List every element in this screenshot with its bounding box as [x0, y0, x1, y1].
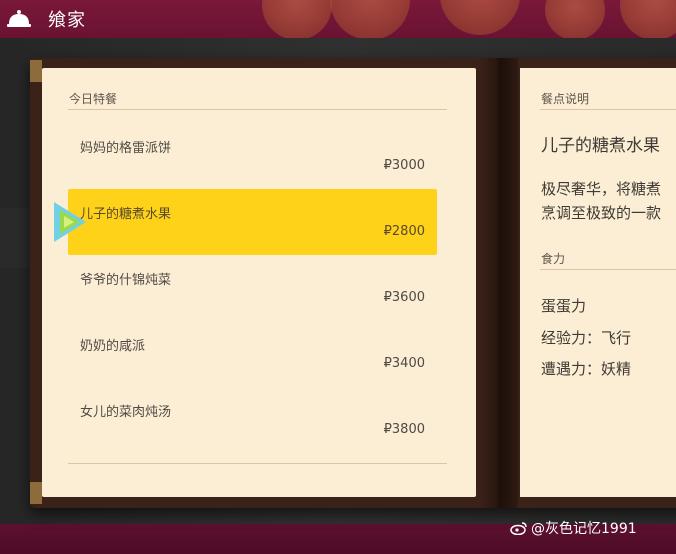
top-bar: 飨家: [0, 0, 676, 38]
menu-item-selected[interactable]: 儿子的糖煮水果 ₽2800: [68, 189, 437, 255]
menu-item-name: 奶奶的咸派: [80, 339, 146, 354]
dish-description: 极尽奢华，将糖煮 烹调至极致的一款: [541, 177, 661, 225]
dish-description-line: 极尽奢华，将糖煮: [541, 180, 662, 198]
selection-cursor-icon: [52, 200, 90, 244]
menu-item-price: ₽3400: [383, 356, 425, 371]
service-bell-icon: [4, 8, 34, 30]
menu-item-price: ₽3600: [383, 290, 425, 305]
menu-item[interactable]: 妈妈的格雷派饼 ₽3000: [68, 123, 437, 189]
menu-item-price: ₽2800: [383, 224, 425, 239]
divider: [68, 109, 447, 110]
specials-heading: 今日特餐: [69, 92, 118, 106]
watermark-text: @灰色记忆1991: [531, 521, 637, 537]
divider: [68, 463, 447, 464]
menu-item[interactable]: 奶奶的咸派 ₽3400: [68, 321, 437, 387]
divider: [540, 109, 676, 110]
menu-item[interactable]: 爷爷的什锦炖菜 ₽3600: [68, 255, 437, 321]
menu-item-name: 女儿的菜肉炖汤: [80, 405, 172, 420]
book-corner: [30, 60, 42, 82]
detail-panel: 餐点说明 儿子的糖煮水果 极尽奢华，将糖煮 烹调至极致的一款 食力 蛋蛋力 经验…: [520, 68, 676, 497]
power-heading: 食力: [541, 252, 566, 266]
page-title: 飨家: [48, 10, 86, 31]
book-spine: [478, 58, 518, 508]
dish-description-line: 烹调至极致的一款: [541, 204, 662, 222]
dish-title: 儿子的糖煮水果: [541, 136, 660, 156]
stat-line: 蛋蛋力: [541, 297, 587, 315]
menu-item-name: 爷爷的什锦炖菜: [80, 273, 172, 288]
description-heading: 餐点说明: [541, 92, 590, 106]
menu-list: 妈妈的格雷派饼 ₽3000 儿子的糖煮水果 ₽2800 爷爷的什锦炖菜 ₽360…: [68, 123, 437, 453]
menu-item-name: 妈妈的格雷派饼: [80, 141, 172, 156]
watermark: @灰色记忆1991: [510, 518, 637, 538]
menu-item-price: ₽3800: [383, 422, 425, 437]
divider: [540, 269, 676, 270]
menu-item-price: ₽3000: [383, 158, 425, 173]
menu-item[interactable]: 女儿的菜肉炖汤 ₽3800: [68, 387, 437, 453]
stat-line: 遭遇力：妖精: [541, 360, 632, 378]
stat-line: 经验力：飞行: [541, 329, 632, 347]
weibo-logo-icon: [510, 521, 528, 536]
menu-item-name: 儿子的糖煮水果: [80, 207, 172, 222]
book-corner: [30, 482, 42, 504]
